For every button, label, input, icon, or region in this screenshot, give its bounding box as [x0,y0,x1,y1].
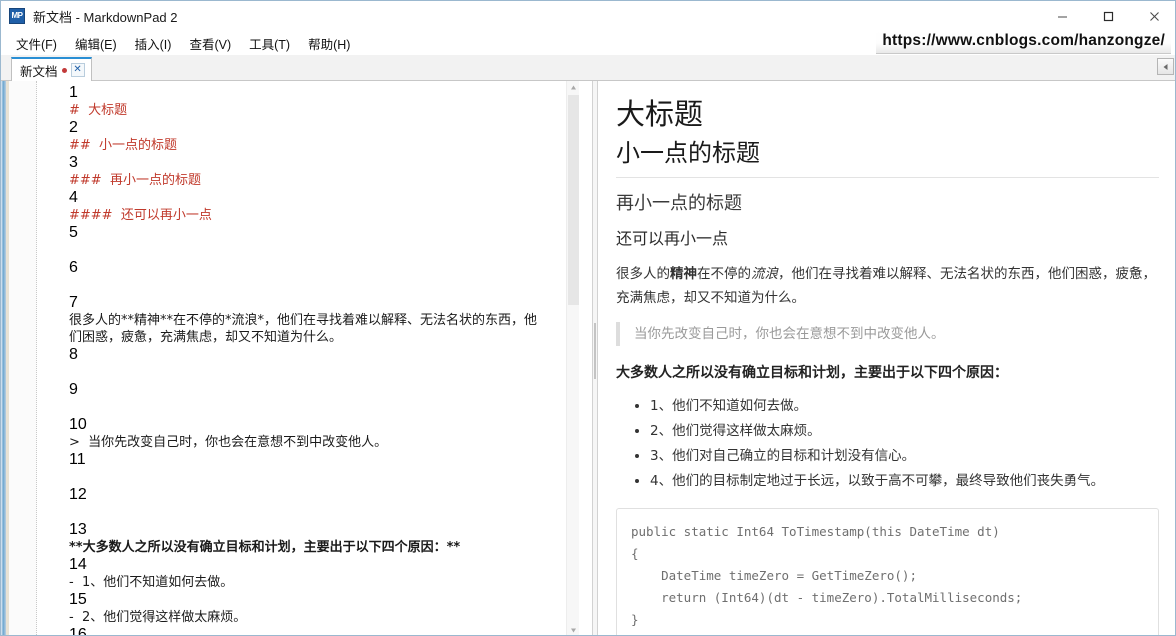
preview-heading-2: 小一点的标题 [616,139,1159,179]
preview-heading-4: 还可以再小一点 [616,230,729,248]
editor-line[interactable]: 7 很多人的**精神**在不停的*流浪*，他们在寻找着难以解释、无法名状的东西，他… [39,294,579,346]
editor-line-number: 5 [69,224,78,241]
preview-paragraph: 很多人的精神在不停的流浪，他们在寻找着难以解释、无法名状的东西，他们困惑，疲惫，… [616,262,1159,310]
preview-strong-paragraph: 大多数人之所以没有确立目标和计划，主要出于以下四个原因： [616,365,1008,382]
editor-line-number: 7 [69,294,78,311]
editor-line-text [69,277,579,294]
list-item: 2、他们觉得这样做太麻烦。 [650,419,1159,444]
window-title: 新文档 - MarkdownPad 2 [33,9,178,25]
editor-line-text: 很多人的**精神**在不停的*流浪*，他们在寻找着难以解释、无法名状的东西，他们… [69,313,538,345]
menu-item-file[interactable]: 文件(F) [7,32,66,55]
editor-line-number: 2 [69,119,78,136]
scroll-up-arrow-icon[interactable] [567,81,579,94]
markdown-editor-pane[interactable]: 1 # 大标题 2 ## 小一点的标题 3 ### 再小一点的标题 4 #### 还可以再小一… [1,81,579,636]
editor-line-text: ## 小一点的标题 [69,138,178,153]
scroll-down-arrow-icon[interactable] [567,624,579,635]
editor-scrollbar-thumb[interactable] [568,95,579,305]
paragraph-text-part1: 很多人的 [616,266,670,283]
splitter-grip[interactable] [594,323,596,379]
editor-line-number: 6 [69,259,78,276]
tab-close-icon[interactable]: ✕ [70,63,85,77]
editor-line-text [69,399,579,416]
preview-blockquote: 当你先改变自己时，你也会在意想不到中改变他人。 [616,322,1159,347]
editor-line[interactable]: 15 - 2、他们觉得这样做太麻烦。 [39,591,579,626]
editor-line[interactable]: 12 [39,486,579,521]
editor-line-number-gutter [9,81,37,635]
editor-text-area[interactable]: 1 # 大标题 2 ## 小一点的标题 3 ### 再小一点的标题 4 #### 还可以再小一… [39,81,579,636]
editor-line-number: 13 [69,521,87,538]
editor-line-text: # 大标题 [69,103,128,118]
preview-heading-1: 大标题 [616,99,704,131]
editor-line[interactable]: 11 [39,451,579,486]
markdownpad-window: MP 新文档 - MarkdownPad 2 文件(F) 编辑(E) 插入(I)… [0,0,1176,636]
menu-item-insert[interactable]: 插入(I) [126,32,181,55]
editor-line-number: 4 [69,189,78,206]
editor-line-text: - 1、他们不知道如何去做。 [69,575,234,590]
editor-line-text: - 2、他们觉得这样做太麻烦。 [69,610,247,625]
editor-line[interactable]: 9 [39,381,579,416]
editor-line-number: 16 [69,626,87,636]
editor-line[interactable]: 5 [39,224,579,259]
editor-line-number: 15 [69,591,87,608]
list-item: 3、他们对自己确立的目标和计划没有信心。 [650,444,1159,469]
tab-label: 新文档 [20,64,58,79]
menu-item-edit[interactable]: 编辑(E) [66,32,126,55]
editor-line-number: 10 [69,416,87,433]
editor-vertical-scrollbar[interactable] [566,81,579,635]
editor-line[interactable]: 6 [39,259,579,294]
tab-document[interactable]: 新文档 ✕ [11,57,92,82]
minimize-icon[interactable] [1039,1,1085,31]
watermark-url: https://www.cnblogs.com/hanzongze/ [876,31,1171,54]
tab-scroll-left-button[interactable] [1157,58,1174,75]
editor-line[interactable]: 3 ### 再小一点的标题 [39,154,579,189]
menu-item-view[interactable]: 查看(V) [180,32,240,55]
preview-heading-3: 再小一点的标题 [616,193,742,214]
editor-line-text: > 当你先改变自己时，你也会在意想不到中改变他人。 [69,435,388,450]
editor-line-number: 11 [69,451,86,468]
maximize-icon[interactable] [1085,1,1131,31]
paragraph-italic-text: 流浪 [751,266,778,283]
editor-line-text: ### 再小一点的标题 [69,173,201,188]
editor-line[interactable]: 16- 3、他们对自己确立的目标和计划没有信心。 [39,626,579,636]
editor-line[interactable]: 14 - 1、他们不知道如何去做。 [39,556,579,591]
editor-line-text [69,364,579,381]
editor-line-number: 3 [69,154,78,171]
editor-line[interactable]: 10 > 当你先改变自己时，你也会在意想不到中改变他人。 [39,416,579,451]
editor-line-number: 1 [69,84,78,101]
tab-strip: 新文档 ✕ [1,55,1175,82]
app-icon: MP [9,8,25,24]
preview-code-block: public static Int64 ToTimestamp(this Dat… [616,508,1159,635]
title-bar: MP 新文档 - MarkdownPad 2 [1,1,1175,31]
editor-line[interactable]: 1 # 大标题 [39,84,579,119]
menu-item-tools[interactable]: 工具(T) [240,32,299,55]
editor-line-number: 14 [69,556,87,573]
paragraph-text-part2: 在不停的 [697,266,751,283]
live-preview-pane: 大标题 小一点的标题 再小一点的标题 还可以再小一点 很多人的精神在不停的流浪，… [600,81,1175,635]
editor-line[interactable]: 4 #### 还可以再小一点 [39,189,579,224]
editor-line-number: 12 [69,486,87,503]
list-item: 1、他们不知道如何去做。 [650,394,1159,419]
pane-splitter[interactable] [592,81,598,635]
editor-line-text [69,469,579,486]
editor-line-text [69,504,579,521]
list-item: 4、他们的目标制定地过于长远，以致于高不可攀，最终导致他们丧失勇气。 [650,469,1159,494]
editor-line[interactable]: 2 ## 小一点的标题 [39,119,579,154]
editor-line-number: 8 [69,346,78,363]
editor-line-text: **大多数人之所以没有确立目标和计划，主要出于以下四个原因：** [69,540,461,555]
editor-line-text: #### 还可以再小一点 [69,208,212,223]
menu-item-help[interactable]: 帮助(H) [299,32,359,55]
editor-line-number: 9 [69,381,78,398]
editor-line[interactable]: 13 **大多数人之所以没有确立目标和计划，主要出于以下四个原因：** [39,521,579,556]
editor-line-text [69,242,579,259]
preview-bullet-list: 1、他们不知道如何去做。2、他们觉得这样做太麻烦。3、他们对自己确立的目标和计划… [616,394,1159,494]
close-icon[interactable] [1131,1,1175,31]
paragraph-bold-text: 精神 [670,266,697,283]
editor-line[interactable]: 8 [39,346,579,381]
unsaved-dot-icon [61,67,67,73]
window-controls [1039,1,1175,31]
